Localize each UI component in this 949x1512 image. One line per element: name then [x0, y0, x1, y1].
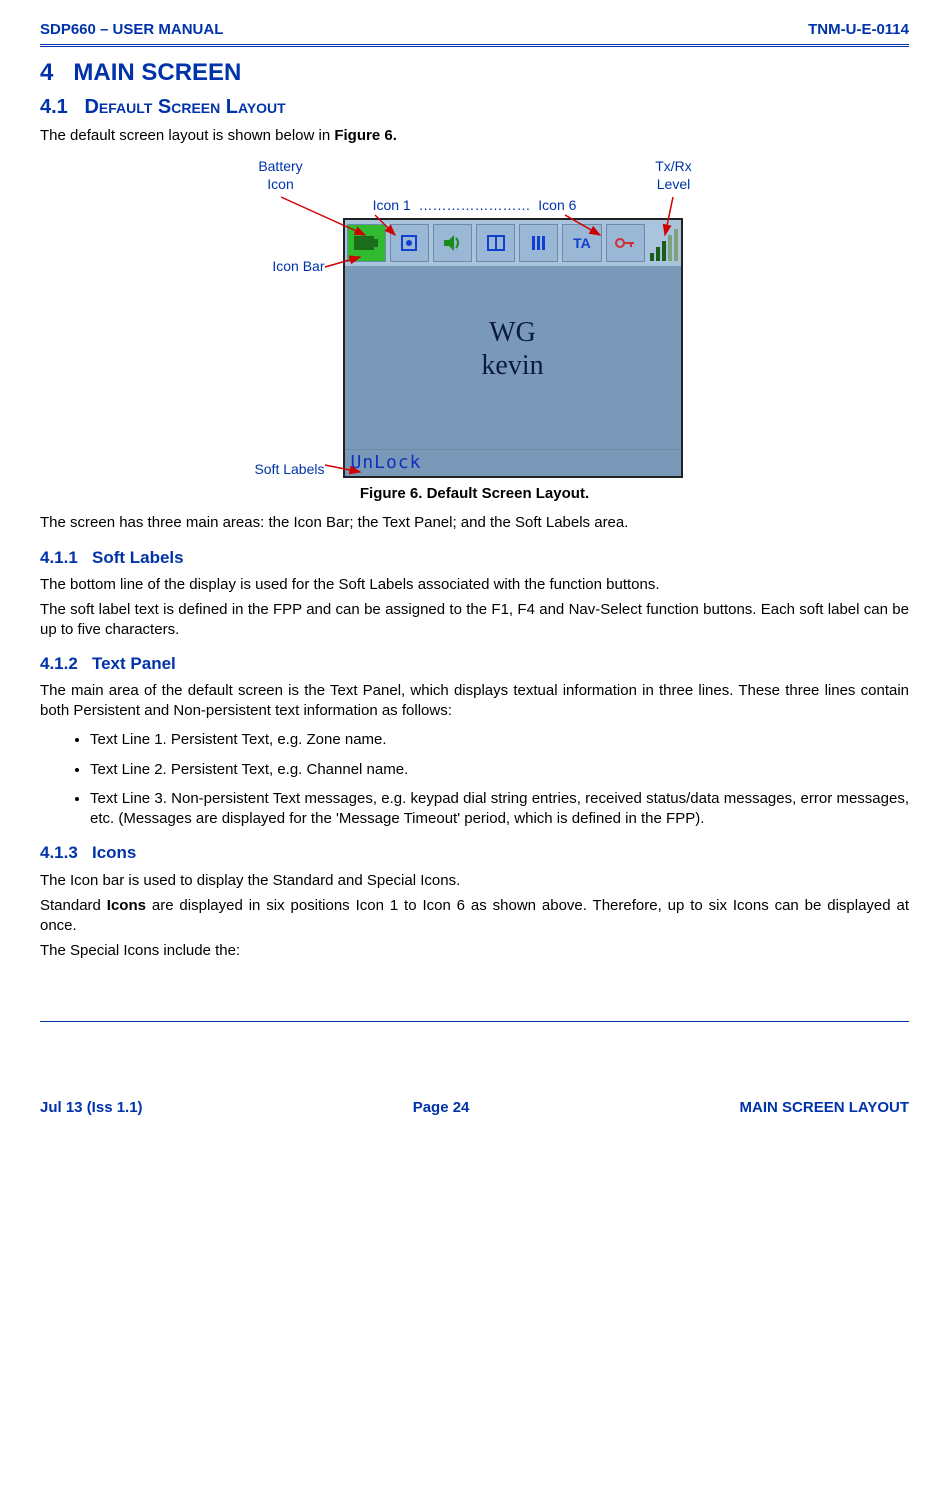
- side-callouts: Icon Bar Soft Labels: [245, 218, 325, 478]
- sec413-num: 4.1.3: [40, 843, 78, 862]
- section-4-1-heading: 4.1 Default Screen Layout: [40, 94, 909, 120]
- bullet-2: Text Line 2. Persistent Text, e.g. Chann…: [90, 760, 909, 780]
- after-caption-text: The screen has three main areas: the Ico…: [40, 513, 909, 533]
- soft-label-row: UnLock: [345, 449, 681, 476]
- header-left: SDP660 – USER MANUAL: [40, 20, 223, 40]
- list-icon: [528, 232, 550, 254]
- p411b: The soft label text is defined in the FP…: [40, 600, 909, 639]
- icon-bar: TA: [345, 220, 681, 266]
- mid-callouts: Icon 1 …………………… Icon 6: [245, 196, 705, 214]
- section-4-1-1-heading: 4.1.1 Soft Labels: [40, 547, 909, 569]
- soft-label-text: UnLock: [351, 451, 422, 474]
- softlabels-callout: Soft Labels: [245, 461, 325, 478]
- sec41-title: Default Screen Layout: [84, 96, 285, 118]
- bullet-3: Text Line 3. Non-persistent Text message…: [90, 789, 909, 828]
- intro41-figref: Figure 6.: [334, 127, 397, 144]
- page-footer: Jul 13 (Iss 1.1) Page 24 MAIN SCREEN LAY…: [40, 1092, 909, 1118]
- radio-icon: [398, 232, 420, 254]
- top-callouts: Battery Icon Tx/Rx Level: [245, 157, 705, 193]
- intro-4-1: The default screen layout is shown below…: [40, 126, 909, 146]
- key-icon: [614, 235, 636, 251]
- text-line-1: WG: [345, 316, 681, 350]
- header-rule: [40, 44, 909, 47]
- book-icon: [485, 232, 507, 254]
- p411a: The bottom line of the display is used f…: [40, 575, 909, 595]
- section-4-1-3-heading: 4.1.3 Icons: [40, 842, 909, 864]
- intro41-text: The default screen layout is shown below…: [40, 127, 334, 144]
- battery-icon: [347, 224, 386, 262]
- icon-slot-5: TA: [562, 224, 601, 262]
- icon1-callout: Icon 1: [373, 197, 411, 213]
- text-panel-bullets: Text Line 1. Persistent Text, e.g. Zone …: [40, 730, 909, 828]
- sec413-title: Icons: [92, 843, 136, 862]
- footer-center: Page 24: [413, 1098, 470, 1118]
- signal-icon: [649, 225, 679, 261]
- text-line-2: kevin: [345, 349, 681, 383]
- sec411-num: 4.1.1: [40, 548, 78, 567]
- page-header: SDP660 – USER MANUAL TNM-U-E-0114: [40, 20, 909, 44]
- bullet-1: Text Line 1. Persistent Text, e.g. Zone …: [90, 730, 909, 750]
- icon-slot-1: [390, 224, 429, 262]
- figure-caption: Figure 6. Default Screen Layout.: [40, 484, 909, 504]
- device-screen: TA WG kevin UnLock: [343, 218, 683, 478]
- footer-rule: [40, 1021, 909, 1022]
- p413b-post: are displayed in six positions Icon 1 to…: [40, 897, 909, 934]
- footer-left: Jul 13 (Iss 1.1): [40, 1098, 143, 1118]
- header-right: TNM-U-E-0114: [808, 20, 909, 40]
- p413b: Standard Icons are displayed in six posi…: [40, 896, 909, 935]
- text-panel: WG kevin: [345, 266, 681, 383]
- icon-slot-6: [606, 224, 645, 262]
- sec41-num: 4.1: [40, 96, 68, 118]
- icon-slot-2: [433, 224, 472, 262]
- p413b-bold: Icons: [107, 897, 146, 914]
- sec412-num: 4.1.2: [40, 654, 78, 673]
- p413c: The Special Icons include the:: [40, 941, 909, 961]
- footer-right: MAIN SCREEN LAYOUT: [740, 1098, 909, 1118]
- ta-icon-text: TA: [573, 234, 591, 252]
- dots-callout: ……………………: [419, 197, 531, 213]
- section-4-1-2-heading: 4.1.2 Text Panel: [40, 653, 909, 675]
- sec412-title: Text Panel: [92, 654, 176, 673]
- txrx-callout-text: Tx/Rx Level: [649, 157, 699, 193]
- p413a: The Icon bar is used to display the Stan…: [40, 871, 909, 891]
- figure-6-wrapper: Battery Icon Tx/Rx Level Icon 1 ………………………: [245, 157, 705, 478]
- icon-slot-3: [476, 224, 515, 262]
- icon-slot-4: [519, 224, 558, 262]
- sec4-num: 4: [40, 59, 53, 86]
- battery-callout: Battery Icon: [251, 157, 311, 193]
- sec411-title: Soft Labels: [92, 548, 184, 567]
- battery-glyph: [354, 236, 378, 250]
- sec4-title: MAIN SCREEN: [73, 59, 241, 86]
- p413b-pre: Standard: [40, 897, 107, 914]
- battery-callout-text: Battery Icon: [251, 157, 311, 193]
- screen-area: Icon Bar Soft Labels: [245, 218, 705, 478]
- txrx-callout: Tx/Rx Level: [649, 157, 699, 193]
- iconbar-callout: Icon Bar: [245, 258, 325, 275]
- p412a: The main area of the default screen is t…: [40, 681, 909, 720]
- section-4-heading: 4 MAIN SCREEN: [40, 57, 909, 88]
- speaker-icon: [441, 232, 463, 254]
- icon6-callout: Icon 6: [538, 197, 576, 213]
